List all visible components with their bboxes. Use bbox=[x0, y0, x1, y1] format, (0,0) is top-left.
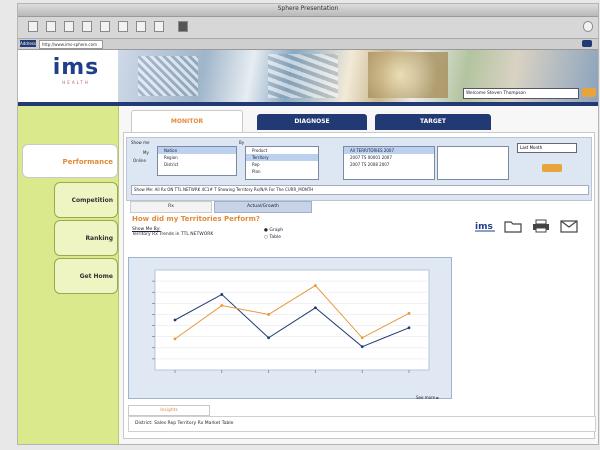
browser-toolbar bbox=[18, 17, 598, 39]
logout-button[interactable] bbox=[582, 88, 596, 97]
history-icon[interactable] bbox=[154, 21, 164, 32]
back-icon[interactable] bbox=[28, 21, 38, 32]
home-icon[interactable] bbox=[100, 21, 110, 32]
sidebar-item-performance[interactable]: Performance bbox=[22, 144, 118, 178]
forward-icon[interactable] bbox=[46, 21, 56, 32]
by-option-my[interactable]: My bbox=[143, 150, 149, 155]
address-label: Address bbox=[20, 40, 36, 47]
radio-graph-label: Graph bbox=[269, 228, 284, 233]
list-item[interactable]: Product bbox=[246, 147, 318, 154]
email-icon[interactable] bbox=[560, 219, 578, 233]
plot-area bbox=[154, 269, 430, 371]
print-icon[interactable] bbox=[178, 21, 188, 32]
data-point bbox=[407, 311, 411, 315]
list-item[interactable]: Rep bbox=[246, 161, 318, 168]
filter-panel: Show me My Online Nation Region District… bbox=[126, 137, 592, 201]
refresh-icon[interactable] bbox=[82, 21, 92, 32]
list-item[interactable]: Nation bbox=[158, 147, 236, 154]
list-item[interactable]: 2007 TS 2008 2007 bbox=[344, 161, 434, 168]
tab-actual-growth[interactable]: Actual/Growth bbox=[214, 201, 312, 213]
list-item[interactable]: Plan bbox=[246, 168, 318, 175]
data-point bbox=[220, 293, 224, 296]
left-sidebar: Performance Competition Ranking Get Home bbox=[18, 106, 119, 444]
data-point bbox=[173, 337, 177, 341]
data-point bbox=[360, 345, 364, 349]
data-point bbox=[267, 313, 270, 316]
data-point bbox=[267, 336, 270, 340]
header-banner: ims HEALTH Welcome Steven Thompson bbox=[18, 50, 598, 106]
by-option-online[interactable]: Online bbox=[133, 158, 146, 163]
show-by: Show Me By: Territory Rx Trends in TTL N… bbox=[132, 227, 213, 237]
title-bar: Sphere Presentation bbox=[18, 4, 598, 17]
chart-question: How did my Territories Perform? bbox=[132, 215, 260, 223]
list-item[interactable]: District bbox=[158, 161, 236, 168]
data-point bbox=[360, 336, 364, 340]
welcome-box: Welcome Steven Thompson bbox=[463, 88, 596, 99]
stop-icon[interactable] bbox=[64, 21, 74, 32]
banner-image-tile bbox=[368, 52, 448, 98]
data-point bbox=[314, 284, 317, 287]
list-item[interactable]: Territory bbox=[246, 154, 318, 161]
period-select[interactable]: Last Month bbox=[517, 143, 577, 153]
tab-target[interactable]: TARGET bbox=[375, 114, 491, 130]
chart-container bbox=[128, 257, 452, 399]
tab-diagnose[interactable]: DIAGNOSE bbox=[257, 114, 367, 130]
dimension-listbox[interactable]: Product Territory Rep Plan bbox=[245, 146, 319, 180]
geography-listbox[interactable]: Nation Region District bbox=[157, 146, 237, 176]
list-item[interactable]: Region bbox=[158, 154, 236, 161]
window-title: Sphere Presentation bbox=[277, 5, 339, 12]
print-report-icon[interactable] bbox=[532, 219, 550, 233]
show-me-summary: Show Me: All Rx ON TTL NETWRK 4C1# T Sho… bbox=[131, 185, 589, 195]
logo-tagline: HEALTH bbox=[62, 80, 90, 85]
sidebar-item-competition[interactable]: Competition bbox=[54, 182, 118, 218]
extra-listbox[interactable] bbox=[437, 146, 509, 180]
folder-icon[interactable] bbox=[504, 219, 522, 233]
browser-window: Sphere Presentation Address http://www.i… bbox=[17, 3, 599, 445]
tab-rx[interactable]: Rx bbox=[130, 201, 212, 213]
insights-bar: District: Sales Rep Territory Rx Market … bbox=[128, 416, 596, 432]
show-by-value: Territory Rx Trends in TTL NETWORK bbox=[132, 232, 214, 237]
favorites-icon[interactable] bbox=[136, 21, 146, 32]
tab-bar: MONITOR DIAGNOSE TARGET bbox=[119, 110, 598, 134]
territory-listbox[interactable]: All TERRITORIES 2007 2007 TS 00001 2007 … bbox=[343, 146, 435, 180]
main-content: MONITOR DIAGNOSE TARGET Show me My Onlin… bbox=[119, 106, 598, 444]
data-point bbox=[220, 304, 224, 307]
welcome-text: Welcome Steven Thompson bbox=[466, 91, 526, 96]
tab-insights[interactable]: Insights bbox=[128, 405, 210, 416]
data-point bbox=[173, 318, 177, 322]
search-icon[interactable] bbox=[118, 21, 128, 32]
logo-text: ims bbox=[52, 55, 100, 80]
list-item[interactable]: All TERRITORIES 2007 bbox=[344, 147, 434, 154]
line-chart bbox=[152, 269, 430, 373]
monitor-panel: Show me My Online Nation Region District… bbox=[123, 132, 596, 439]
address-bar: Address http://www.ims-sphere.com bbox=[18, 39, 598, 50]
tab-monitor[interactable]: MONITOR bbox=[131, 110, 243, 133]
sub-tab-bar: Rx Actual/Growth bbox=[126, 201, 590, 213]
sidebar-item-ranking[interactable]: Ranking bbox=[54, 220, 118, 256]
action-icons: ims bbox=[474, 219, 584, 235]
see-more-link[interactable]: See more ► bbox=[416, 395, 439, 400]
radio-graph[interactable]: ● Graph bbox=[264, 227, 283, 234]
show-me-label: Show me bbox=[131, 140, 150, 145]
data-point bbox=[314, 306, 317, 310]
list-item[interactable]: 2007 TS 00001 2007 bbox=[344, 154, 434, 161]
ims-export-icon[interactable]: ims bbox=[474, 219, 496, 233]
by-label: By bbox=[239, 140, 245, 145]
address-field[interactable]: http://www.ims-sphere.com bbox=[39, 40, 103, 49]
banner-image-tile bbox=[268, 54, 338, 98]
radio-table-label: Table bbox=[269, 235, 281, 240]
sidebar-item-get-home[interactable]: Get Home bbox=[54, 258, 118, 294]
radio-table[interactable]: ○ Table bbox=[264, 234, 283, 241]
banner-image-tile bbox=[138, 56, 198, 96]
apply-button[interactable] bbox=[542, 164, 562, 172]
view-toggle: ● Graph ○ Table bbox=[264, 227, 283, 241]
ims-logo: ims HEALTH bbox=[46, 56, 106, 96]
data-point bbox=[407, 326, 411, 330]
go-button[interactable] bbox=[582, 40, 592, 47]
browser-logo-icon bbox=[583, 21, 593, 32]
